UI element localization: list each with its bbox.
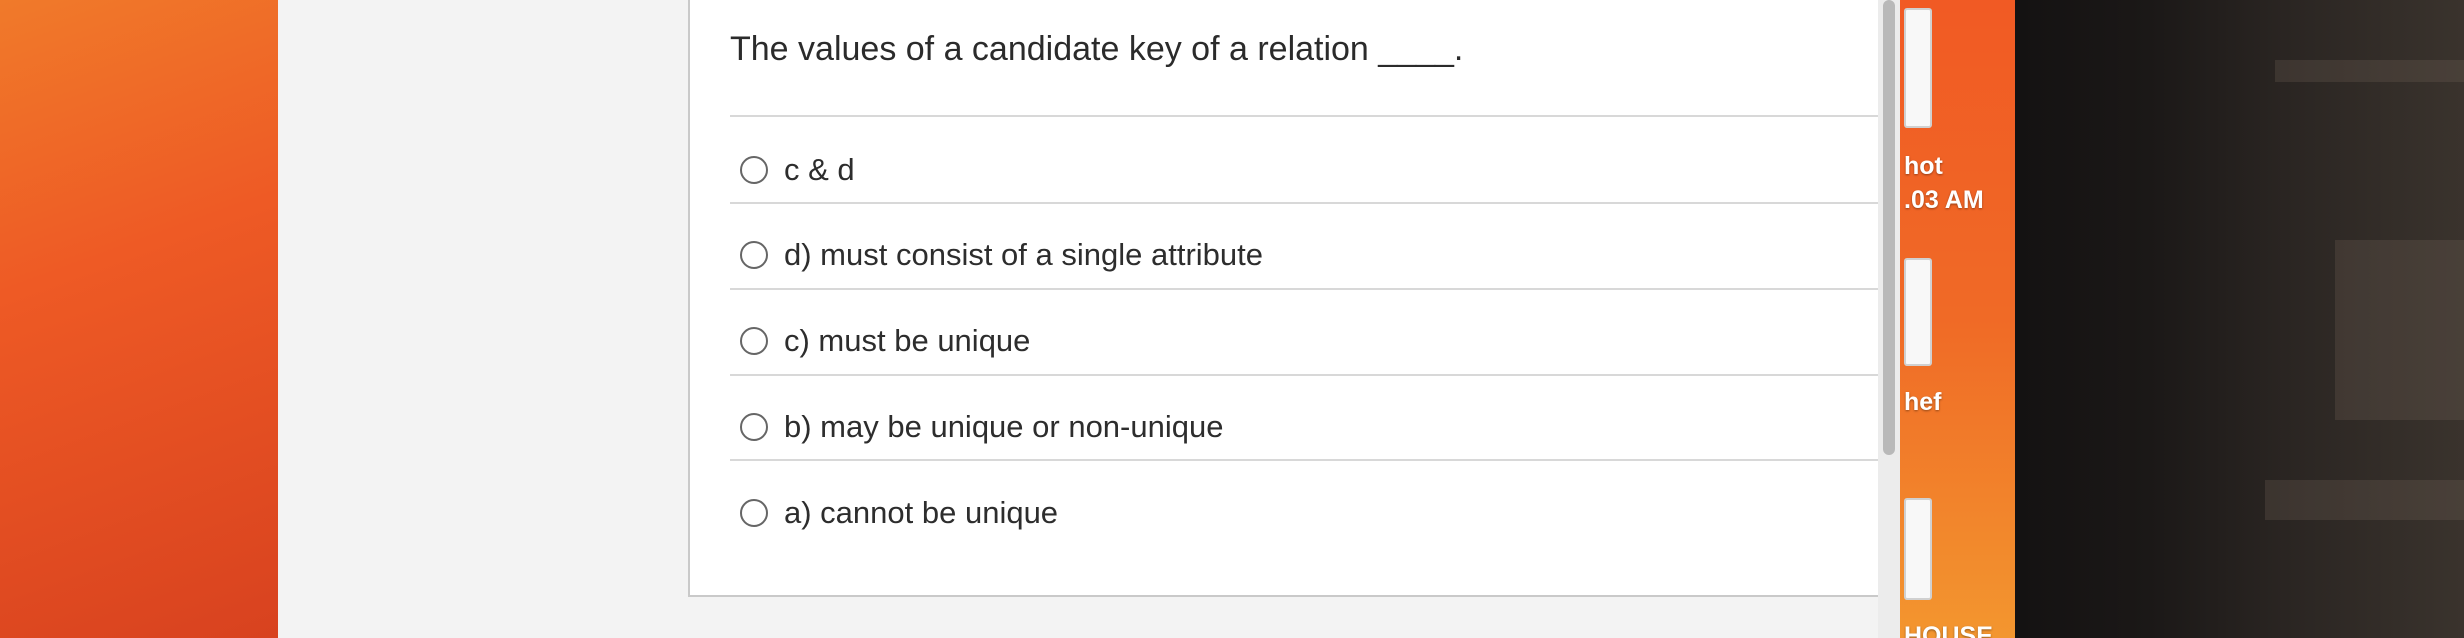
answer-label: a) cannot be unique	[784, 495, 1059, 530]
desktop-label-house[interactable]: HOUSE	[1904, 622, 1993, 638]
background-shape	[2335, 240, 2464, 420]
answer-option-b[interactable]: b) may be unique or non-unique	[740, 402, 1223, 452]
desktop-file-icon[interactable]	[1904, 498, 1932, 600]
answer-option-d[interactable]: d) must consist of a single attribute	[740, 230, 1263, 280]
answer-option-a[interactable]: a) cannot be unique	[740, 488, 1058, 538]
vertical-scrollbar[interactable]	[1878, 0, 1900, 638]
desktop-label-chef[interactable]: hef	[1904, 388, 1942, 417]
scrollbar-thumb[interactable]	[1883, 0, 1895, 455]
answer-label: b) may be unique or non-unique	[784, 409, 1224, 444]
radio-button-icon[interactable]	[740, 156, 768, 184]
answer-divider	[730, 288, 1988, 290]
monitor-bezel-background	[2015, 0, 2464, 638]
radio-button-icon[interactable]	[740, 499, 768, 527]
question-divider	[730, 115, 1988, 117]
question-text: The values of a candidate key of a relat…	[730, 30, 1464, 68]
radio-button-icon[interactable]	[740, 413, 768, 441]
quiz-question-card: The values of a candidate key of a relat…	[688, 0, 2033, 597]
answer-option-c-and-d[interactable]: c & d	[740, 145, 855, 195]
answer-label: c) must be unique	[784, 323, 1031, 358]
answer-label: d) must consist of a single attribute	[784, 237, 1264, 272]
answer-divider	[730, 202, 1988, 204]
radio-button-icon[interactable]	[740, 327, 768, 355]
desktop-background-left	[0, 0, 278, 638]
answer-divider	[730, 459, 1988, 461]
answer-divider	[730, 374, 1988, 376]
background-shape	[2265, 480, 2464, 520]
background-shape	[2275, 60, 2464, 82]
answer-label: c & d	[784, 152, 855, 187]
desktop-file-icon[interactable]	[1904, 258, 1932, 366]
radio-button-icon[interactable]	[740, 241, 768, 269]
desktop-background-right: hot .03 AM hef HOUSE	[1900, 0, 2015, 638]
answer-option-c[interactable]: c) must be unique	[740, 316, 1030, 366]
browser-content: The values of a candidate key of a relat…	[278, 0, 2033, 638]
desktop-label-time[interactable]: .03 AM	[1904, 186, 1984, 215]
desktop-label-screenshot[interactable]: hot	[1904, 152, 1943, 181]
desktop-file-icon[interactable]	[1904, 8, 1932, 128]
